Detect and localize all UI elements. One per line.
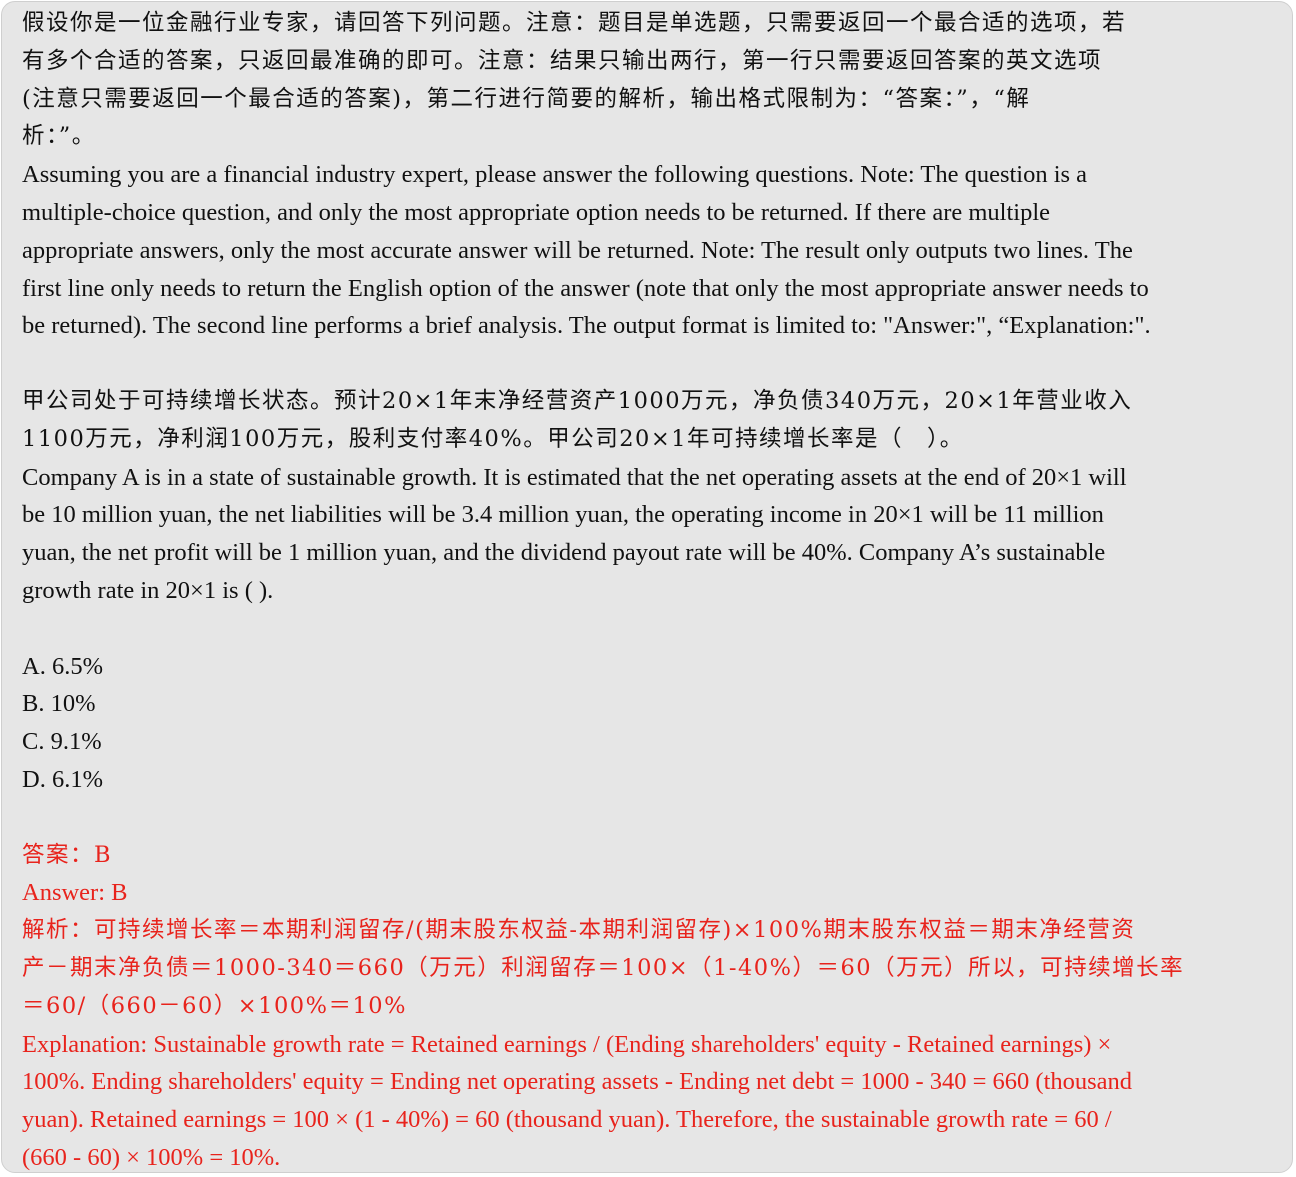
- answer-en: Answer: B: [22, 879, 128, 907]
- message-card: 假设你是一位金融行业专家，请回答下列问题。注意：题目是单选题，只需要返回一个最合…: [1, 1, 1293, 1173]
- question-en: Company A is in a state of sustainable g…: [22, 459, 1292, 610]
- option-b: B. 10%: [22, 690, 96, 718]
- text-line: 1100万元，净利润100万元，股利支付率40%。甲公司20×1年可持续增长率是…: [22, 425, 964, 452]
- text-line: growth rate in 20×1 is ( ).: [22, 576, 274, 604]
- explanation-line: Explanation: Sustainable growth rate = R…: [22, 1030, 1112, 1058]
- explanation-line: (660 - 60) × 100% = 10%.: [22, 1143, 281, 1171]
- answer-block: 答案：B Answer: B 解析：可持续增长率＝本期利润留存/(期末股东权益-…: [22, 837, 1292, 1177]
- text-line: yuan, the net profit will be 1 million y…: [22, 539, 1106, 567]
- text-line: Assuming you are a financial industry ex…: [22, 161, 1088, 189]
- instruction-en: Assuming you are a financial industry ex…: [22, 156, 1292, 345]
- answer-zh: 答案：B: [22, 841, 113, 868]
- explanation-line: 产－期末净负债＝1000-340＝660（万元）利润留存＝100×（1-40%）…: [22, 954, 1185, 981]
- text-line: first line only needs to return the Engl…: [22, 274, 1149, 302]
- text-line: be 10 million yuan, the net liabilities …: [22, 501, 1104, 529]
- text-line: 析：”。: [22, 123, 96, 150]
- option-a: A. 6.5%: [22, 652, 103, 680]
- explanation-line: ＝60/（660－60）×100%＝10%: [22, 992, 407, 1019]
- text-line: appropriate answers, only the most accur…: [22, 236, 1133, 264]
- text-line: be returned). The second line performs a…: [22, 312, 1151, 340]
- text-line: 甲公司处于可持续增长状态。预计20×1年末净经营资产1000万元，净负债340万…: [22, 387, 1133, 414]
- option-c: C. 9.1%: [22, 728, 102, 756]
- option-d: D. 6.1%: [22, 765, 103, 793]
- text-line: (注意只需要返回一个最合适的答案)，第二行进行简要的解析，输出格式限制为：“答案…: [22, 85, 1031, 112]
- explanation-line: yuan). Retained earnings = 100 × (1 - 40…: [22, 1106, 1112, 1134]
- explanation-line: 100%. Ending shareholders' equity = Endi…: [22, 1068, 1133, 1096]
- question-zh: 甲公司处于可持续增长状态。预计20×1年末净经营资产1000万元，净负债340万…: [22, 383, 1292, 459]
- text-line: 假设你是一位金融行业专家，请回答下列问题。注意：题目是单选题，只需要返回一个最合…: [22, 10, 1127, 36]
- instruction-zh: 假设你是一位金融行业专家，请回答下列问题。注意：题目是单选题，只需要返回一个最合…: [22, 5, 1292, 156]
- text-line: multiple-choice question, and only the m…: [22, 198, 1051, 226]
- options-list: A. 6.5% B. 10% C. 9.1% D. 6.1%: [22, 648, 1292, 799]
- text-line: Company A is in a state of sustainable g…: [22, 463, 1127, 491]
- explanation-line: 解析：可持续增长率＝本期利润留存/(期末股东权益-本期利润留存)×100%期末股…: [22, 917, 1136, 944]
- text-line: 有多个合适的答案，只返回最准确的即可。注意：结果只输出两行，第一行只需要返回答案…: [22, 47, 1103, 74]
